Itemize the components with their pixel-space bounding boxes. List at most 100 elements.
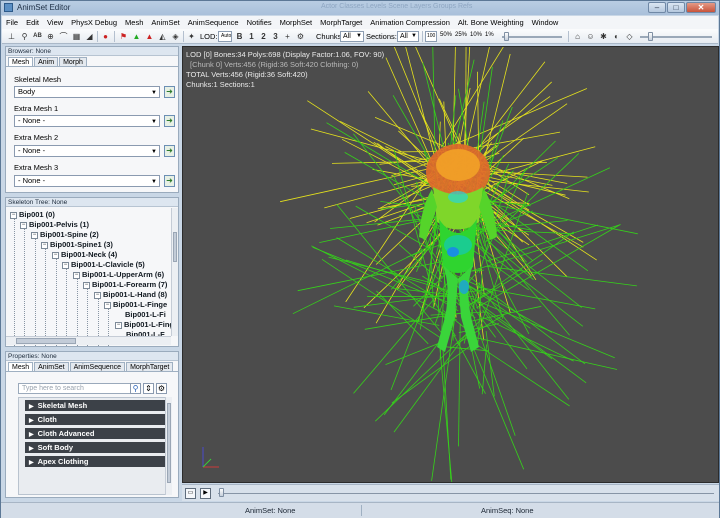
menu-animset[interactable]: AnimSet (147, 16, 183, 29)
tree-node[interactable]: − Bip001-L-Forearm (7) (83, 280, 167, 290)
camera-icon[interactable]: ⌂ (572, 31, 583, 42)
use-selected-skeletal-mesh-button[interactable]: ➜ (164, 86, 175, 98)
close-icon[interactable]: ✕ (686, 2, 716, 13)
tab-mesh[interactable]: Mesh (8, 57, 34, 66)
tree-node[interactable]: − Bip001-L-Finge (115, 320, 178, 330)
menu-edit[interactable]: Edit (22, 16, 43, 29)
category-skeletal-mesh[interactable]: ▶ Skeletal Mesh (25, 400, 167, 411)
tab-animsequence[interactable]: AnimSequence (69, 362, 126, 371)
maximize-icon[interactable]: □ (667, 2, 685, 13)
title-bar[interactable]: AnimSet Editor Actor Classes Levels Scen… (1, 1, 719, 15)
search-icon[interactable]: ⚲ (130, 383, 141, 394)
speed-10-button[interactable]: 10% (470, 32, 482, 38)
expand-all-icon[interactable]: ⇕ (143, 383, 154, 394)
bone-icon[interactable]: ⊥ (6, 31, 17, 42)
menu-animsequence[interactable]: AnimSequence (184, 16, 243, 29)
tree-node[interactable]: − Bip001-L-UpperArm (6) (73, 270, 164, 280)
category-apex-clothing[interactable]: ▶ Apex Clothing (25, 456, 167, 467)
floor-icon[interactable]: ◢ (84, 31, 95, 42)
record-icon[interactable]: ● (100, 31, 111, 42)
menu-animation-compression[interactable]: Animation Compression (366, 16, 454, 29)
use-selected-extra-mesh-1-button[interactable]: ➜ (164, 115, 175, 127)
speed-slider-knob[interactable] (504, 32, 509, 41)
menu-morphset[interactable]: MorphSet (276, 16, 317, 29)
socket-icon[interactable]: ⊕ (45, 31, 56, 42)
walk-icon[interactable]: ⚲ (19, 31, 30, 42)
speed-100-button[interactable]: 100 (425, 31, 437, 42)
minimize-icon[interactable]: – (648, 2, 666, 13)
speed-slider-track[interactable] (502, 36, 562, 38)
grid-icon[interactable]: ▦ (71, 31, 82, 42)
tab-morph[interactable]: Morph (59, 57, 87, 66)
tab-anim[interactable]: Anim (34, 57, 59, 66)
fov-slider-knob[interactable] (648, 32, 653, 41)
category-cloth[interactable]: ▶ Cloth (25, 414, 167, 425)
use-selected-extra-mesh-3-button[interactable]: ➜ (164, 175, 175, 187)
category-soft-body[interactable]: ▶ Soft Body (25, 442, 167, 453)
cloth-sim-icon[interactable]: ⚙ (295, 31, 306, 42)
wireframe-icon[interactable]: ⌒ (58, 31, 69, 42)
category-cloth-advanced[interactable]: ▶ Cloth Advanced (25, 428, 167, 439)
menu-file[interactable]: File (2, 16, 22, 29)
cloth-icon[interactable]: ✦ (186, 31, 197, 42)
chunks-select[interactable]: All ▼ (340, 31, 364, 42)
tree-node[interactable]: − Bip001-L-Clavicle (5) (62, 260, 145, 270)
menu-morphtarget[interactable]: MorphTarget (316, 16, 366, 29)
use-selected-extra-mesh-2-button[interactable]: ➜ (164, 145, 175, 157)
extra-mesh-2-select[interactable]: - None - ▼ (14, 145, 160, 157)
tree-node[interactable]: Bip001-L-Fi (125, 310, 166, 320)
speed-50-button[interactable]: 50% (440, 32, 452, 38)
settings-icon[interactable]: ⚙ (156, 383, 167, 394)
menu-alt-bone-weighting[interactable]: Alt. Bone Weighting (454, 16, 528, 29)
lod-1-button[interactable]: 1 (246, 31, 257, 42)
scrollbar-thumb[interactable] (167, 403, 171, 483)
bounds-icon[interactable]: ◈ (170, 31, 181, 42)
loop-icon[interactable]: ▭ (185, 488, 196, 499)
menu-mesh[interactable]: Mesh (121, 16, 147, 29)
menu-window[interactable]: Window (528, 16, 563, 29)
tab-mesh[interactable]: Mesh (8, 362, 34, 371)
skeleton-scrollbar[interactable] (171, 208, 178, 336)
preview-viewport[interactable]: LOD [0] Bones:34 Polys:698 (Display Fact… (182, 46, 719, 483)
morph-icon[interactable]: ◇ (624, 31, 635, 42)
shadow-icon[interactable]: ◐ (611, 31, 622, 42)
play-icon[interactable]: ▶ (200, 488, 211, 499)
extra-mesh-1-select[interactable]: - None - ▼ (14, 115, 160, 127)
extra-mesh-3-select[interactable]: - None - ▼ (14, 175, 160, 187)
tree-node[interactable]: − Bip001-L-Hand (8) (94, 290, 167, 300)
tree-node[interactable]: − Bip001-Spine1 (3) (41, 240, 113, 250)
vertex-icon[interactable]: ◭ (157, 31, 168, 42)
lod-3-button[interactable]: 3 (270, 31, 281, 42)
lod-2-button[interactable]: 2 (258, 31, 269, 42)
scrollbar-thumb[interactable] (16, 338, 76, 344)
tree-node[interactable]: − Bip001-L-Finge (104, 300, 167, 310)
properties-scrollbar[interactable] (165, 397, 172, 495)
tab-animset[interactable]: AnimSet (34, 362, 69, 371)
property-search-input[interactable]: Type here to search (18, 383, 132, 394)
person-icon[interactable]: ☺ (585, 31, 596, 42)
abc-names-icon[interactable]: AB (32, 31, 43, 42)
tree-node[interactable]: − Bip001-Pelvis (1) (20, 220, 89, 230)
skeleton-hscrollbar[interactable] (6, 336, 171, 345)
flag-icon[interactable]: ⚑ (118, 31, 129, 42)
lod-base-button[interactable]: B (234, 31, 245, 42)
lod-add-button[interactable]: + (282, 31, 293, 42)
menu-physx-debug[interactable]: PhysX Debug (67, 16, 121, 29)
speed-25-button[interactable]: 25% (455, 32, 467, 38)
speed-1-button[interactable]: 1% (485, 32, 494, 38)
lod-auto-button[interactable]: Auto (218, 31, 232, 42)
timeline-knob[interactable] (219, 488, 224, 497)
lighting-icon[interactable]: ✱ (598, 31, 609, 42)
tab-morphtarget[interactable]: MorphTarget (126, 362, 174, 371)
menu-view[interactable]: View (43, 16, 67, 29)
tree-node[interactable]: − Bip001-Spine (2) (31, 230, 99, 240)
tree-node[interactable]: − Bip001-Neck (4) (52, 250, 117, 260)
tree-node[interactable]: − Bip001 (0) (10, 210, 55, 220)
sections-select[interactable]: All ▼ (397, 31, 419, 42)
scrollbar-thumb[interactable] (173, 232, 177, 262)
normals-icon[interactable]: ▲ (131, 31, 142, 42)
menu-notifies[interactable]: Notifies (243, 16, 276, 29)
timeline-scrubber[interactable] (218, 493, 714, 494)
tangents-icon[interactable]: ▲ (144, 31, 155, 42)
skeletal-mesh-select[interactable]: Body ▼ (14, 86, 160, 98)
